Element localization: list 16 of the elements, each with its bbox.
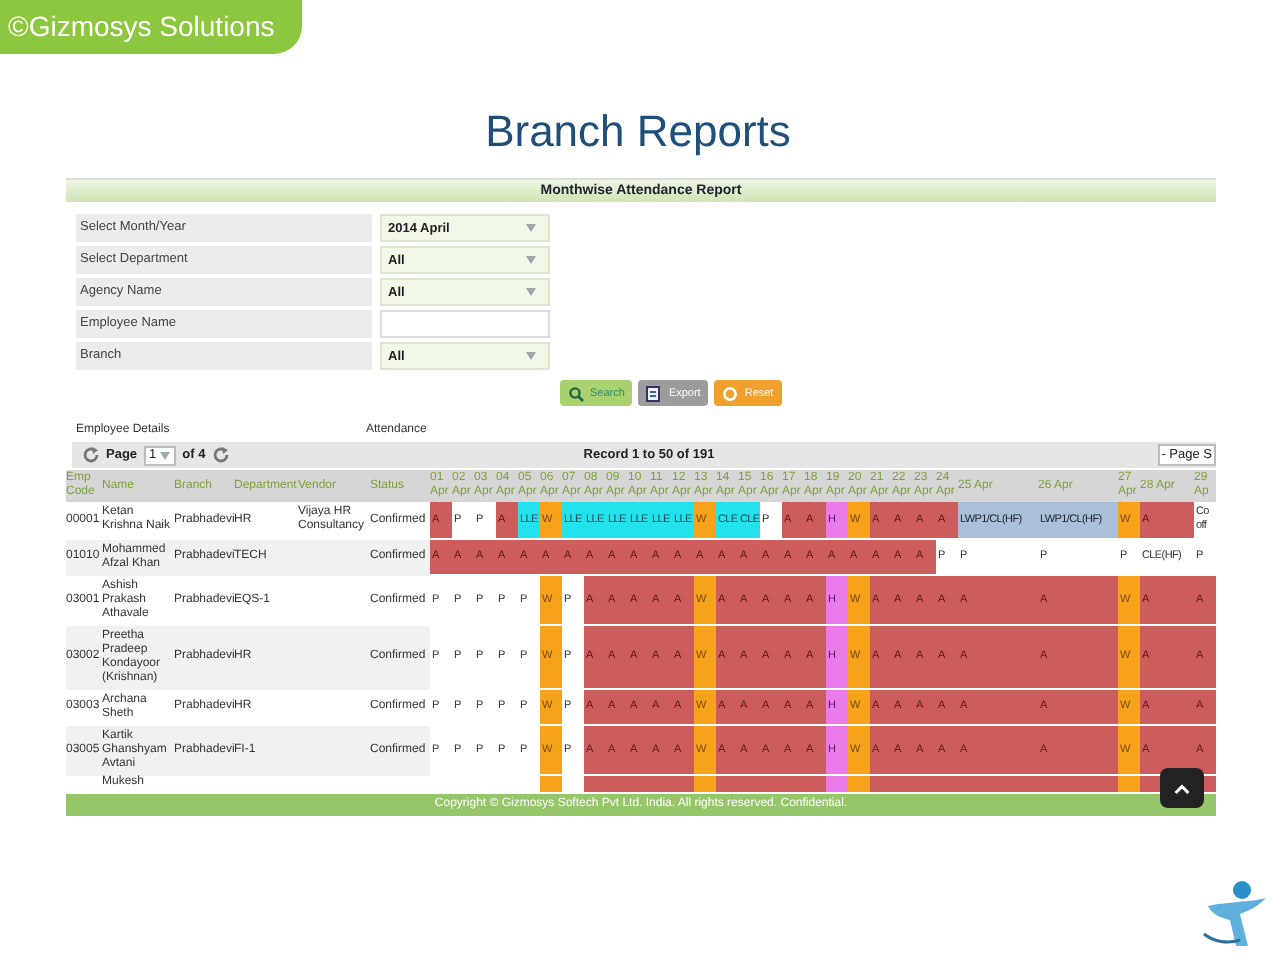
person-icon [1200, 878, 1268, 950]
search-icon [568, 385, 584, 401]
chevron-up-icon [1174, 783, 1190, 793]
caret-icon [160, 451, 171, 459]
brand-label: ©Gizmosys Solutions [0, 0, 303, 54]
circle-icon [722, 385, 739, 401]
document-icon [646, 385, 663, 401]
slide-title: Branch Reports [483, 106, 793, 158]
caret-icon [526, 352, 536, 360]
input-field[interactable] [380, 310, 550, 338]
scroll-top-button[interactable] [1160, 768, 1204, 808]
caret-icon [526, 288, 536, 296]
caret-icon [526, 224, 536, 232]
refresh-icon[interactable] [211, 446, 230, 464]
refresh-icon[interactable] [82, 446, 100, 464]
caret-icon [526, 256, 536, 264]
